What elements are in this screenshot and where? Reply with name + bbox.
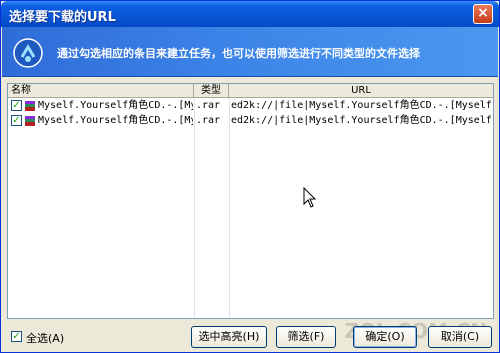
column-header-url[interactable]: URL [229,84,493,98]
row-file-name: Myself.Yourself角色CD.-.[Myse [38,115,193,126]
mouse-cursor-icon [303,187,317,208]
row-file-type: .rar [196,100,221,111]
list-header: 名称 类型 URL [8,84,493,98]
row-checkbox[interactable]: ✓ [11,100,22,111]
info-banner: 通过勾选相应的条目来建立任务，也可以使用筛选进行不同类型的文件选择 [2,27,498,77]
highlight-selected-button[interactable]: 选中高亮(H) [191,326,267,348]
list-row[interactable]: ✓ Myself.Yourself角色CD.-.[Myse .rar ed2k:… [8,114,493,128]
column-divider [229,98,230,318]
dialog-title: 选择要下载的URL [9,10,116,25]
title-bar[interactable]: 选择要下载的URL × [1,1,499,27]
ok-button[interactable]: 确定(O) [353,326,417,348]
column-divider [194,98,195,318]
cancel-button[interactable]: 取消(C) [428,326,492,348]
row-file-name: Myself.Yourself角色CD.-.[Myse [38,100,193,111]
select-all-checkbox[interactable]: ✓ [11,331,22,342]
url-list[interactable]: 名称 类型 URL ✓ Myself.Yourself角色CD.-.[Myse … [7,83,494,319]
rar-file-icon [25,101,35,111]
close-button[interactable]: × [473,4,493,24]
column-header-type[interactable]: 类型 [194,84,229,98]
filter-button[interactable]: 筛选(F) [276,326,336,348]
url-link-icon [13,38,43,68]
list-row[interactable]: ✓ Myself.Yourself角色CD.-.[Myse .rar ed2k:… [8,99,493,113]
download-url-dialog: 选择要下载的URL × 通过勾选相应的条目来建立任务，也可以使用筛选进行不同类型… [0,0,500,353]
row-checkbox[interactable]: ✓ [11,115,22,126]
select-all-label[interactable]: 全选(A) [26,330,64,346]
column-header-name[interactable]: 名称 [8,84,194,98]
banner-text: 通过勾选相应的条目来建立任务，也可以使用筛选进行不同类型的文件选择 [57,47,420,60]
row-url: ed2k://|file|Myself.Yourself角色CD.-.[Myse… [231,115,493,126]
row-url: ed2k://|file|Myself.Yourself角色CD.-.[Myse… [231,100,493,111]
rar-file-icon [25,116,35,126]
row-file-type: .rar [196,115,221,126]
